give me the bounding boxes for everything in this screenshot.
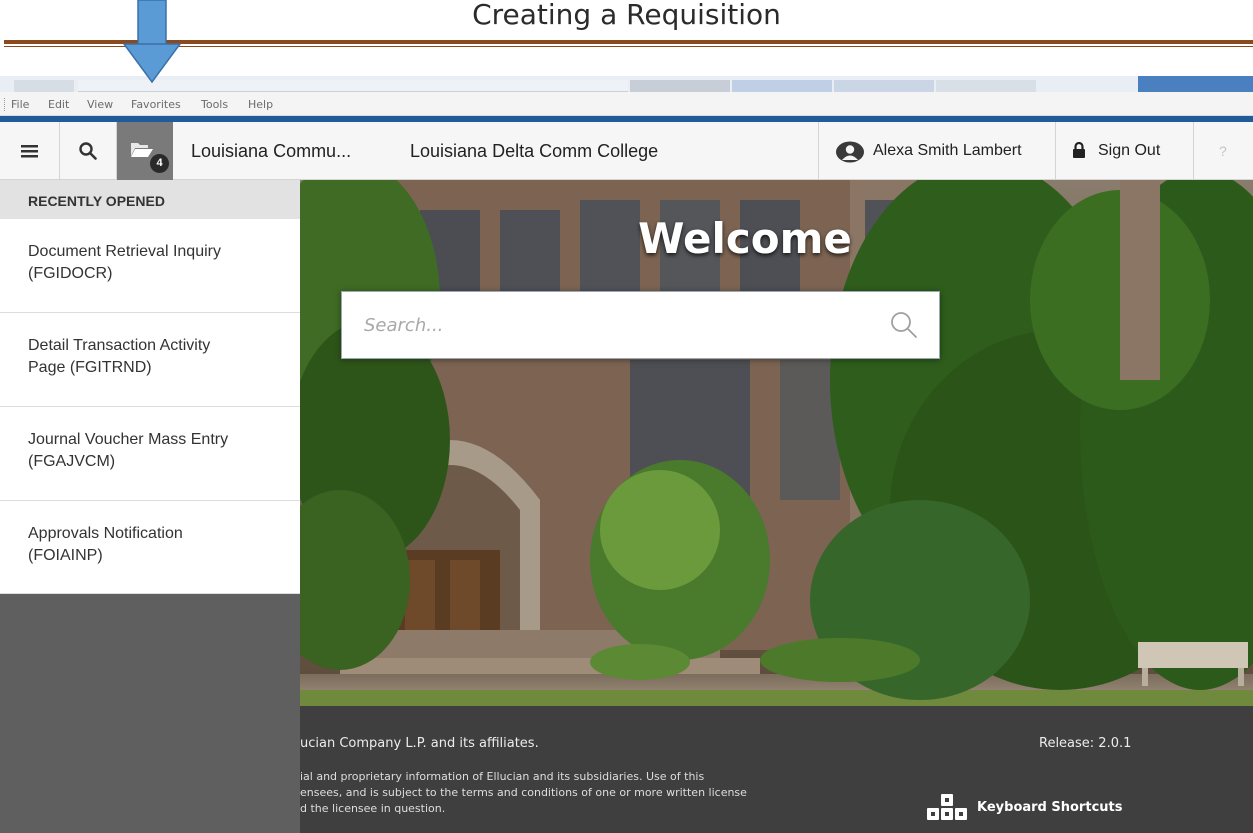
user-menu[interactable]: Alexa Smith Lambert <box>819 122 1055 180</box>
recent-item-line: Approvals Notification <box>28 525 183 542</box>
browser-segment <box>14 80 74 92</box>
menu-tools[interactable]: Tools <box>201 98 228 111</box>
hamburger-menu-icon <box>20 145 38 158</box>
menu-favorites[interactable]: Favorites <box>131 98 181 111</box>
document-rule <box>4 40 1253 44</box>
header-divider <box>1193 122 1194 180</box>
recent-item-line: Detail Transaction Activity <box>28 337 211 354</box>
folder-icon <box>131 143 153 157</box>
search-icon <box>79 142 97 160</box>
lock-icon <box>1073 142 1085 158</box>
recent-item-line: Journal Voucher Mass Entry <box>28 431 229 448</box>
browser-tab[interactable] <box>630 80 730 92</box>
release-version: Release: 2.0.1 <box>1039 736 1132 751</box>
recent-item-line: (FGIDOCR) <box>28 265 113 282</box>
menubar-grip <box>4 98 6 111</box>
screenshot-root: Creating a Requisition File Edit View Fa… <box>0 0 1253 833</box>
search-icon[interactable] <box>888 309 920 341</box>
recent-count-badge: 4 <box>150 154 169 173</box>
global-search-box <box>341 291 940 359</box>
recently-opened-list: Document Retrieval Inquiry (FGIDOCR) Det… <box>0 219 300 594</box>
sign-out-button[interactable]: Sign Out <box>1056 122 1193 180</box>
institution-short-name[interactable]: Louisiana Commu... <box>191 122 351 180</box>
recent-item-line: Page (FGITRND) <box>28 359 152 376</box>
global-search-input[interactable] <box>342 292 862 358</box>
copyright-text: ucian Company L.P. and its affiliates. <box>300 736 539 751</box>
browser-tab[interactable] <box>936 80 1036 92</box>
legal-notice: ial and proprietary information of Elluc… <box>300 769 840 817</box>
browser-tab[interactable] <box>834 80 934 92</box>
keyboard-icon <box>927 794 967 820</box>
menu-help[interactable]: Help <box>248 98 273 111</box>
recent-item-line: (FGAJVCM) <box>28 453 116 470</box>
legal-line-3: d the licensee in question. <box>300 802 446 815</box>
recent-item-foiainp[interactable]: Approvals Notification (FOIAINP) <box>0 501 300 594</box>
recently-opened-panel: RECENTLY OPENED Document Retrieval Inqui… <box>0 180 300 833</box>
down-arrow-pointer-icon <box>122 0 182 84</box>
document-rule-thin <box>4 46 1253 47</box>
welcome-title: Welcome <box>638 214 852 263</box>
page-footer: ucian Company L.P. and its affiliates. R… <box>300 706 1253 833</box>
recent-item-fgitrnd[interactable]: Detail Transaction Activity Page (FGITRN… <box>0 313 300 407</box>
legal-line-1: ial and proprietary information of Elluc… <box>300 770 705 783</box>
sign-out-label: Sign Out <box>1098 142 1161 159</box>
recent-item-fgidocr[interactable]: Document Retrieval Inquiry (FGIDOCR) <box>0 219 300 313</box>
keyboard-shortcuts-link[interactable]: Keyboard Shortcuts <box>927 792 1122 822</box>
browser-address-strip <box>0 76 1253 92</box>
keyboard-shortcuts-label: Keyboard Shortcuts <box>977 799 1123 815</box>
recent-item-fgajvcm[interactable]: Journal Voucher Mass Entry (FGAJVCM) <box>0 407 300 501</box>
user-avatar-icon <box>836 141 864 163</box>
search-button[interactable] <box>60 122 117 180</box>
browser-menubar: File Edit View Favorites Tools Help <box>0 92 1253 116</box>
recently-opened-title: RECENTLY OPENED <box>0 180 300 219</box>
menu-edit[interactable]: Edit <box>48 98 69 111</box>
user-name: Alexa Smith Lambert <box>873 142 1022 159</box>
recent-item-line: (FOIAINP) <box>28 547 103 564</box>
app-header: Louisiana Commu... Louisiana Delta Comm … <box>0 122 1253 180</box>
help-button[interactable]: ? <box>1219 122 1227 180</box>
browser-tab[interactable] <box>732 80 832 92</box>
browser-active-tab[interactable] <box>1138 76 1253 92</box>
menu-view[interactable]: View <box>87 98 113 111</box>
document-heading: Creating a Requisition <box>472 0 781 31</box>
menu-button[interactable] <box>0 122 60 180</box>
legal-line-2: ensees, and is subject to the terms and … <box>300 786 747 799</box>
institution-full-name[interactable]: Louisiana Delta Comm College <box>410 122 658 180</box>
recent-item-line: Document Retrieval Inquiry <box>28 243 221 260</box>
menu-file[interactable]: File <box>11 98 29 111</box>
